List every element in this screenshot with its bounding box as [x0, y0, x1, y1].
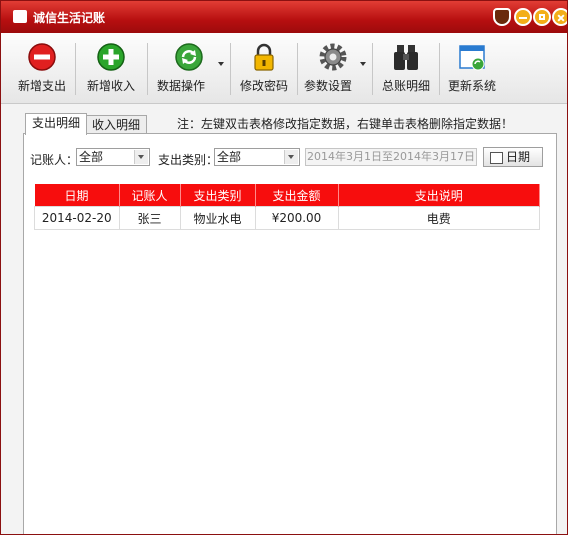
title-bar[interactable]: 诚信生活记账: [1, 1, 567, 33]
skin-button[interactable]: [493, 8, 511, 26]
table-cell[interactable]: ¥200.00: [254, 206, 339, 230]
settings-button[interactable]: 参数设置: [301, 33, 363, 103]
chevron-down-icon[interactable]: [134, 150, 148, 164]
close-button[interactable]: [552, 8, 567, 26]
column-header[interactable]: 支出金额: [255, 184, 339, 207]
toolbar-label: 更新系统: [447, 79, 496, 93]
update-system-button[interactable]: 更新系统: [443, 33, 501, 103]
date-button[interactable]: 日期: [483, 147, 543, 167]
toolbar-separator: [75, 43, 76, 95]
expense-panel: 记账人： 全部 支出类别： 全部 2014年3月1日至2014年3月17日 日期…: [23, 133, 557, 534]
toolbar-label: 总账明细: [381, 79, 430, 93]
expense-table[interactable]: 日期 记账人 支出类别 支出金额 支出说明 2014-02-20 张三 物业水电…: [34, 184, 540, 230]
column-header[interactable]: 记账人: [119, 184, 181, 207]
column-header[interactable]: 日期: [34, 184, 120, 207]
app-icon: [13, 10, 27, 23]
recorder-label: 记账人：: [30, 153, 79, 167]
toolbar-label: 修改密码: [239, 79, 288, 93]
column-header[interactable]: 支出类别: [180, 184, 256, 207]
table-cell[interactable]: 2014-02-20: [34, 206, 120, 230]
tab-income-details[interactable]: 收入明细: [85, 115, 147, 134]
refresh-icon: [175, 43, 203, 71]
calendar-icon: [490, 152, 503, 164]
maximize-button[interactable]: [533, 8, 551, 26]
recorder-select[interactable]: 全部: [76, 148, 150, 166]
main-content: 支出明细 收入明细 注：左键双击表格修改指定数据，右键单击表格删除指定数据！ 记…: [15, 111, 557, 534]
toolbar-label: 数据操作: [156, 79, 205, 93]
update-window-icon: [459, 45, 485, 71]
toolbar-separator: [147, 43, 148, 95]
tab-expense-details[interactable]: 支出明细: [25, 113, 87, 135]
binoculars-icon: [394, 45, 418, 70]
toolbar-separator: [439, 43, 440, 95]
app-window: 诚信生活记账 新增支出 新增收入 数据操作 修改密码 参数设置 总账明细 更新系…: [0, 0, 568, 535]
recorder-value: 全部: [79, 150, 104, 164]
gear-icon: [319, 43, 347, 71]
table-cell[interactable]: 物业水电: [179, 206, 256, 230]
chevron-down-icon[interactable]: [284, 150, 298, 164]
plus-circle-icon: [97, 43, 125, 71]
table-row[interactable]: 2014-02-20 张三 物业水电 ¥200.00 电费: [34, 206, 540, 230]
minimize-button[interactable]: [514, 8, 532, 26]
toolbar-separator: [372, 43, 373, 95]
table-cell[interactable]: 张三: [118, 206, 181, 230]
window-title: 诚信生活记账: [33, 11, 106, 25]
change-password-button[interactable]: 修改密码: [235, 33, 293, 103]
add-income-button[interactable]: 新增收入: [81, 33, 141, 103]
date-button-label: 日期: [506, 150, 531, 164]
ledger-details-button[interactable]: 总账明细: [377, 33, 435, 103]
usage-note: 注：左键双击表格修改指定数据，右键单击表格删除指定数据！: [177, 117, 514, 131]
chevron-down-icon[interactable]: [360, 62, 366, 66]
toolbar-separator: [230, 43, 231, 95]
date-range-field[interactable]: 2014年3月1日至2014年3月17日: [305, 148, 477, 166]
category-select[interactable]: 全部: [214, 148, 300, 166]
category-label: 支出类别：: [158, 153, 219, 167]
toolbar-label: 参数设置: [303, 79, 352, 93]
toolbar-label: 新增收入: [86, 79, 135, 93]
category-value: 全部: [217, 150, 242, 164]
table-header-row: 日期 记账人 支出类别 支出金额 支出说明: [34, 184, 540, 207]
column-header[interactable]: 支出说明: [338, 184, 540, 207]
lock-icon: [254, 43, 274, 71]
minus-circle-icon: [28, 43, 56, 71]
toolbar-label: 新增支出: [17, 79, 66, 93]
chevron-down-icon[interactable]: [218, 62, 224, 66]
data-operations-button[interactable]: 数据操作: [153, 33, 219, 103]
add-expense-button[interactable]: 新增支出: [13, 33, 71, 103]
table-cell[interactable]: 电费: [337, 206, 540, 230]
toolbar: 新增支出 新增收入 数据操作 修改密码 参数设置 总账明细 更新系统: [1, 33, 567, 104]
